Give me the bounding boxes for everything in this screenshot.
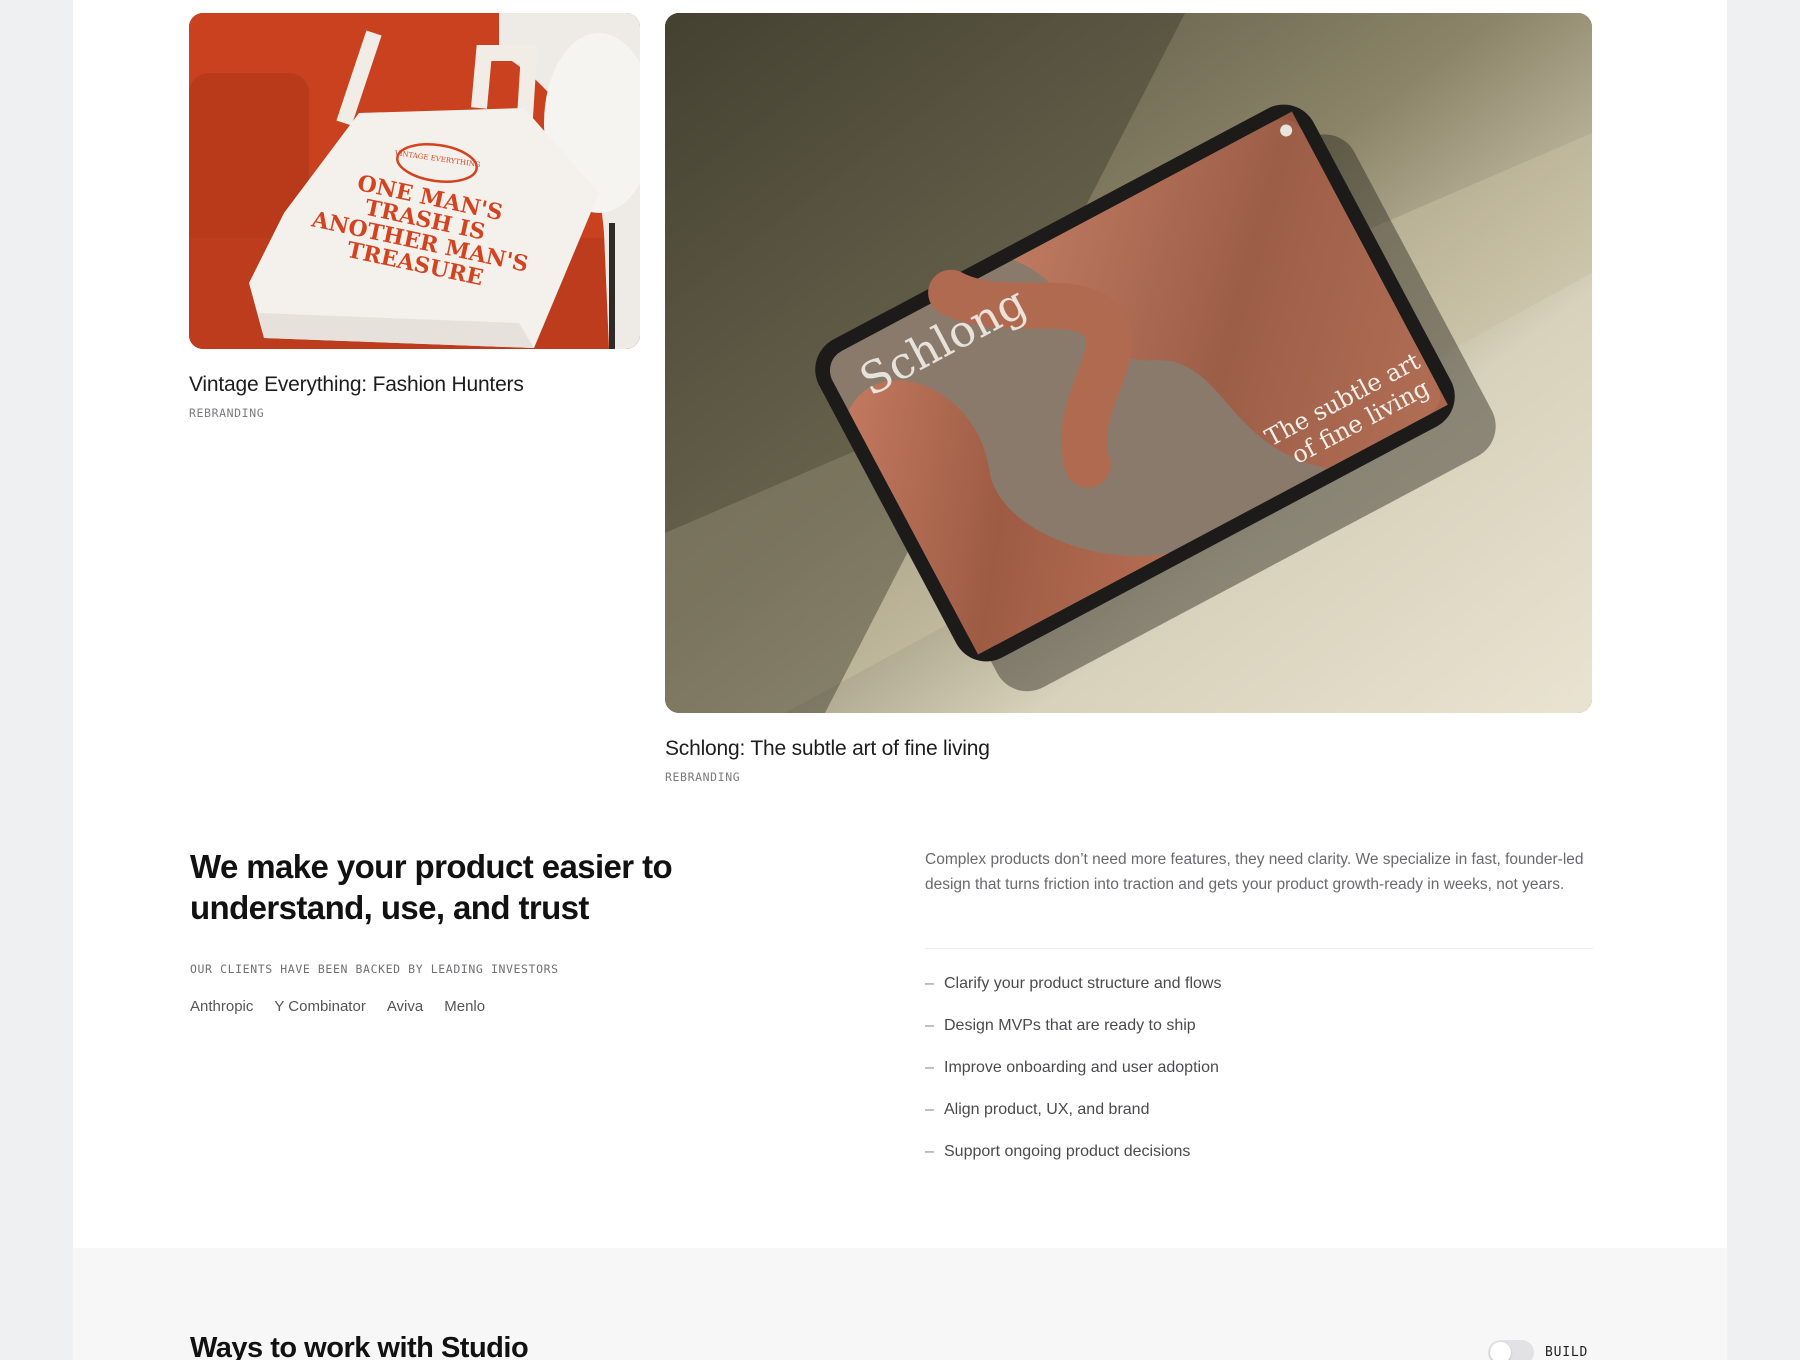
services-list: – Clarify your product structure and flow… [925, 975, 1221, 1185]
dash-bullet: – [925, 1101, 934, 1118]
dash-bullet: – [925, 1017, 934, 1034]
tablet-illustration: Schlong The subtle art of fine living [665, 13, 1592, 713]
build-toggle-switch[interactable] [1488, 1340, 1534, 1360]
service-item: – Align product, UX, and brand [925, 1101, 1221, 1143]
service-label: Design MVPs that are ready to ship [944, 1017, 1196, 1034]
investor-name: Y Combinator [274, 998, 366, 1015]
tote-bag-illustration: VINTAGE EVERYTHING ONE MAN'S TRASH IS AN… [189, 13, 640, 349]
service-label: Align product, UX, and brand [944, 1101, 1150, 1118]
project-image-tablet[interactable]: Schlong The subtle art of fine living [665, 13, 1592, 713]
project-image-tote-bag[interactable]: VINTAGE EVERYTHING ONE MAN'S TRASH IS AN… [189, 13, 640, 349]
service-item: – Improve onboarding and user adoption [925, 1059, 1221, 1101]
project-title[interactable]: Vintage Everything: Fashion Hunters [189, 373, 640, 397]
service-item: – Design MVPs that are ready to ship [925, 1017, 1221, 1059]
investor-name: Menlo [444, 998, 486, 1015]
toggle-knob [1490, 1342, 1511, 1360]
service-label: Support ongoing product decisions [944, 1143, 1191, 1160]
toggle-label[interactable]: BUILD [1545, 1345, 1588, 1360]
project-title[interactable]: Schlong: The subtle art of fine living [665, 737, 1592, 761]
section-headline: We make your product easier to understan… [190, 848, 673, 926]
dash-bullet: – [925, 1143, 934, 1160]
service-item: – Support ongoing product decisions [925, 1143, 1221, 1185]
service-label: Improve onboarding and user adoption [944, 1059, 1219, 1076]
dash-bullet: – [925, 975, 934, 992]
page: VINTAGE EVERYTHING ONE MAN'S TRASH IS AN… [73, 0, 1727, 1360]
build-toggle-group[interactable]: BUILD [1488, 1340, 1588, 1360]
project-tag: REBRANDING [189, 406, 265, 420]
service-item: – Clarify your product structure and flow… [925, 975, 1221, 1017]
section-description: Complex products don’t need more feature… [925, 851, 1584, 893]
service-label: Clarify your product structure and flows [944, 975, 1222, 992]
project-tag: REBRANDING [665, 770, 741, 784]
divider [925, 948, 1593, 949]
dash-bullet: – [925, 1059, 934, 1076]
investor-name: Anthropic [190, 998, 254, 1015]
investors-label: OUR CLIENTS HAVE BEEN BACKED BY LEADING … [190, 962, 559, 976]
ways-title: Ways to work with Studio [190, 1332, 529, 1360]
ways-to-work-section: Ways to work with Studio BUILD [73, 1248, 1727, 1360]
investor-name: Aviva [386, 998, 424, 1015]
project-card-vintage-everything[interactable]: VINTAGE EVERYTHING ONE MAN'S TRASH IS AN… [189, 13, 640, 420]
project-card-schlong[interactable]: Schlong The subtle art of fine living Sc… [665, 13, 1592, 784]
investor-list: Anthropic Y Combinator Aviva Menlo [190, 998, 485, 1015]
